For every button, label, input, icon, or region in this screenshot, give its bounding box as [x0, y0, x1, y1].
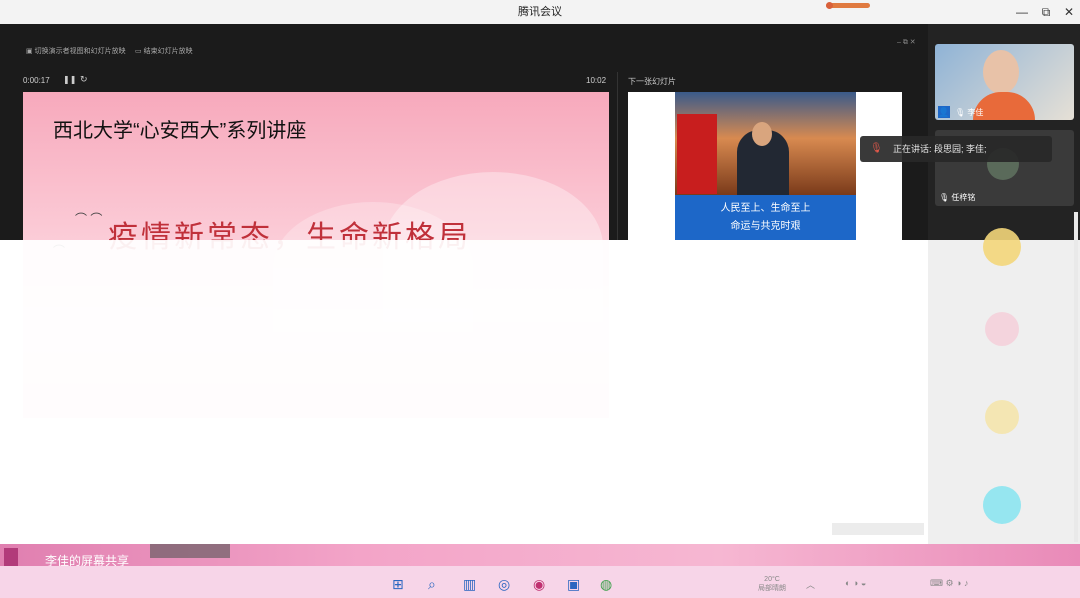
pause-icon[interactable]: ❚❚	[63, 75, 76, 84]
close-button[interactable]: ✕	[1057, 0, 1080, 24]
mic-muted-icon: 🎙	[939, 193, 950, 202]
clock: 10:02	[586, 76, 607, 85]
participant-name: 🎙 李佳	[955, 108, 984, 117]
tray-icons[interactable]: ◐ ◑ ◒	[845, 578, 866, 588]
avatar	[985, 400, 1019, 434]
horizontal-scrollbar[interactable]	[832, 523, 924, 535]
user-icon: 👤	[938, 106, 950, 118]
restore-button[interactable]: ⧉	[1034, 0, 1058, 24]
app-title: 腾讯会议	[518, 6, 562, 18]
toolbar-label: 结束幻灯片放映	[143, 48, 193, 55]
flag-image	[677, 114, 717, 194]
elapsed-timer: 0:00:17	[23, 76, 50, 85]
participant-tile[interactable]: 👤 🎙 李佳	[935, 44, 1074, 120]
banner-line: 命运与共克时艰	[730, 221, 801, 232]
mic-icon: 🎙	[870, 143, 883, 154]
chrome-icon[interactable]: ◍	[600, 576, 612, 593]
speaker-head	[752, 122, 772, 146]
weather-desc: 局部晴朗	[758, 585, 786, 592]
minimize-button[interactable]: —	[1010, 0, 1034, 24]
weather-temp: 20°C	[764, 576, 780, 583]
edge-icon[interactable]: ◎	[498, 576, 510, 593]
slide-photo	[675, 92, 856, 195]
participant-name: 🎙 任梓铭	[939, 193, 976, 202]
monitor-icon: ▭	[135, 48, 142, 55]
avatar	[985, 312, 1019, 346]
screen-share-overlay	[0, 240, 1080, 544]
avatar	[983, 228, 1021, 266]
slide-title: 西北大学“心安西大”系列讲座	[53, 120, 307, 142]
next-slide-preview[interactable]: 人民至上、生命至上 命运与共克时艰	[628, 92, 902, 240]
banner-line: 人民至上、生命至上	[720, 203, 811, 214]
slide-banner: 人民至上、生命至上 命运与共克时艰	[675, 195, 856, 240]
volume-slider-knob[interactable]	[826, 2, 833, 9]
divider	[617, 72, 618, 240]
search-icon[interactable]: ⌕	[428, 576, 436, 593]
mic-icon: 🎙	[955, 108, 966, 117]
avatar	[983, 486, 1021, 524]
taskview-icon[interactable]: ▥	[463, 576, 476, 593]
bird-decoration: ⌒ ⌒	[75, 212, 103, 226]
glitch-block	[150, 544, 230, 558]
panel-scrollbar[interactable]	[1074, 212, 1078, 542]
windows-icon[interactable]: ⊞	[392, 576, 404, 593]
photos-icon[interactable]: ▣	[567, 576, 580, 593]
participant-video	[983, 50, 1019, 94]
speaking-indicator: 正在讲话: 段思园; 李佳;	[860, 136, 1052, 162]
panel-controls[interactable]: – ⧉ ✕	[897, 38, 916, 47]
toolbar-item-presenter-view[interactable]: ▣ 切换演示者视图和幻灯片放映	[26, 46, 126, 56]
system-tray[interactable]: ⌨ ⚙ ◑ ♪	[930, 578, 969, 589]
weather-widget[interactable]: 20°C 局部晴朗	[758, 575, 786, 593]
toolbar-item-end-show[interactable]: ▭ 结束幻灯片放映	[135, 46, 193, 56]
screen-icon: ▣	[26, 48, 33, 55]
refresh-icon[interactable]: ↻	[80, 74, 88, 85]
meeting-icon[interactable]: ◉	[533, 576, 545, 593]
next-slide-label: 下一张幻灯片	[628, 77, 676, 86]
chevron-up-icon[interactable]: ︿	[806, 578, 815, 591]
toolbar-label: 切换演示者视图和幻灯片放映	[34, 48, 126, 55]
